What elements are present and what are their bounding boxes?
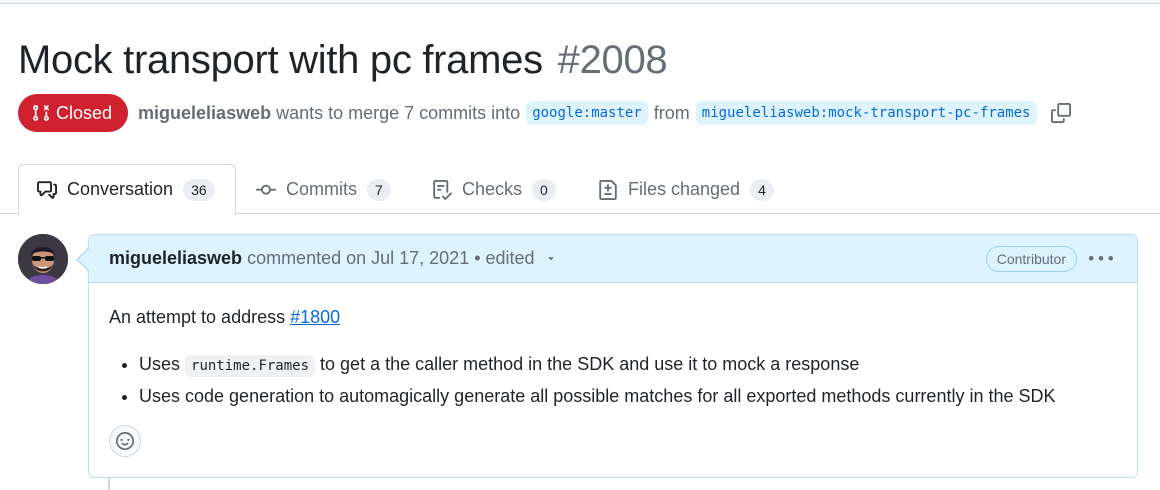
head-branch[interactable]: migueleliasweb:mock-transport-pc-frames [695,101,1037,125]
pr-title: Mock transport with pc frames #2008 [18,36,668,84]
comment-discussion-icon [37,180,57,199]
tab-checks-count: 0 [532,178,556,201]
timeline-connector [108,478,110,490]
tab-checks-label: Checks [462,179,523,199]
state-label: Closed [56,102,113,123]
tab-conversation-count: 36 [183,178,215,201]
tab-files-changed[interactable]: Files changed 4 [598,164,774,215]
comment-author-link[interactable]: migueleliasweb [109,248,242,269]
contributor-badge: Contributor [985,246,1077,272]
copy-branch-button[interactable] [1050,103,1071,123]
comment-intro: An attempt to address #1800 [109,303,1117,331]
tab-checks[interactable]: Checks 0 [432,164,556,215]
pr-meta: Closed migueleliasweb wants to merge 7 c… [18,94,1071,132]
pr-author-link[interactable]: migueleliasweb [138,103,271,124]
tab-files-changed-label: Files changed [628,179,741,199]
tab-commits-count: 7 [367,178,391,201]
checklist-icon [433,179,452,200]
comment-options-button[interactable] [1089,247,1113,276]
tab-commits-label: Commits [286,179,357,199]
tab-files-changed-count: 4 [750,178,774,201]
pr-number: #2008 [557,38,668,82]
git-commit-icon [256,184,276,195]
intro-text: An attempt to address [109,307,291,327]
comment-header: migueleliasweb commented on Jul 17, 2021… [89,235,1137,283]
merge-text: wants to merge 7 commits into [276,102,521,123]
bullet1-pre: Uses [139,354,186,374]
base-branch[interactable]: google:master [526,101,648,125]
pr-tabs: Conversation 36 Commits 7 Checks 0 Files… [0,164,1160,215]
add-reaction-button[interactable] [109,425,141,457]
from-text: from [653,102,690,123]
bullet1-post: to get a the caller method in the SDK an… [315,354,860,374]
comment-body: An attempt to address #1800 Uses runtime… [89,283,1137,411]
kebab-horizontal-icon [1089,256,1113,261]
avatar[interactable] [18,234,68,284]
bullet-list: Uses runtime.Frames to get a the caller … [109,349,1117,411]
avatar-image [18,234,68,284]
state-badge: Closed [18,94,129,132]
list-item: Uses runtime.Frames to get a the caller … [139,349,1117,381]
triangle-down-icon [547,257,554,261]
copy-icon [1050,103,1071,123]
comment-card: migueleliasweb commented on Jul 17, 2021… [88,234,1138,478]
list-item: Uses code generation to automagically ge… [139,381,1117,411]
top-border [0,0,1160,4]
git-pull-request-closed-icon [33,105,49,121]
inline-code: runtime.Frames [185,355,316,377]
comment-meta[interactable]: commented on Jul 17, 2021 • edited [247,248,535,269]
issue-link[interactable]: #1800 [290,307,340,327]
file-diff-icon [599,179,617,200]
smiley-icon [116,432,134,450]
pr-title-text: Mock transport with pc frames [18,38,543,82]
tab-commits[interactable]: Commits 7 [256,164,391,215]
tab-conversation-label: Conversation [67,179,174,199]
edit-history-dropdown[interactable] [545,248,557,269]
tab-conversation[interactable]: Conversation 36 [18,164,236,215]
